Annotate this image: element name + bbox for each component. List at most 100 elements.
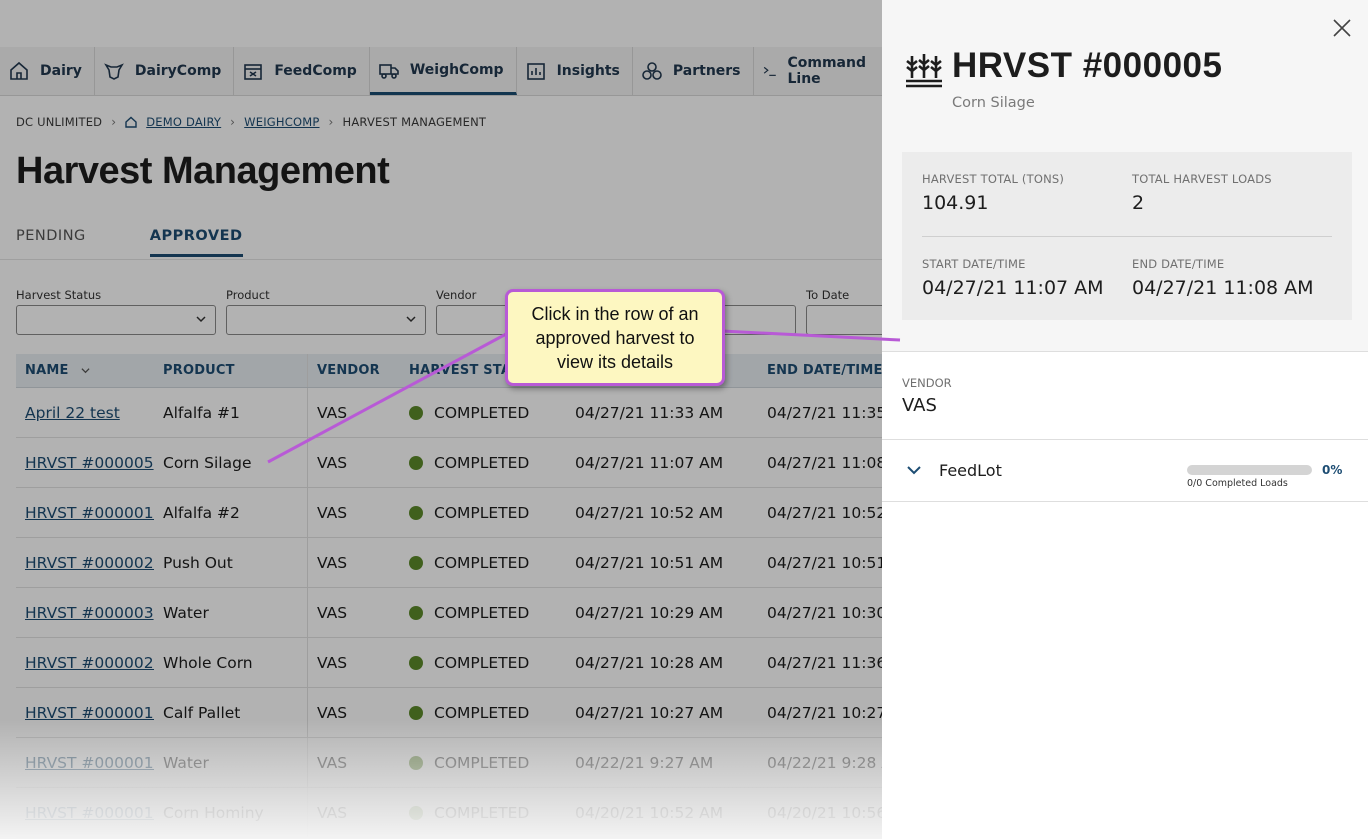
cell-end: 04/22/21 9:28 AM <box>767 753 882 772</box>
harvest-link[interactable]: HRVST #000003 <box>25 604 154 622</box>
section-divider <box>882 501 1368 502</box>
cell-vendor: VAS <box>317 503 348 522</box>
status-dot-icon <box>409 605 423 620</box>
nav-tab-label: WeighComp <box>409 61 504 78</box>
nav-tab-weighcomp[interactable]: WeighComp <box>369 47 517 95</box>
location-row-feedlot[interactable]: FeedLot 0% 0/0 Completed Loads <box>882 441 1368 501</box>
nav-tab-insights[interactable]: Insights <box>517 47 633 95</box>
cell-name: HRVST #0000017 <box>16 738 154 787</box>
completed-loads: 0/0 Completed Loads <box>1187 478 1288 489</box>
cell-vendor: VAS <box>317 553 348 572</box>
status-dot-icon <box>409 655 423 670</box>
harvest-link[interactable]: HRVST #0000019 <box>25 704 154 722</box>
harvest-link[interactable]: HRVST #0000017 <box>25 754 154 772</box>
status-tabs: PENDING APPROVED <box>16 228 243 257</box>
column-header-end[interactable]: END DATE/TIME <box>758 354 882 387</box>
cell-start: 04/20/21 10:52 AM <box>575 803 724 822</box>
table-row[interactable]: HRVST #000003 Water VAS COMPLETED 04/27/21 1… <box>16 588 882 638</box>
cell-product: Water <box>154 738 308 787</box>
harvest-link[interactable]: HRVST #0000022 <box>25 554 154 572</box>
filter-to-date: To Date <box>806 288 882 335</box>
cell-status: COMPLETED <box>400 538 566 587</box>
cell-product: Water <box>154 588 308 637</box>
column-header-name[interactable]: NAME <box>16 354 154 387</box>
nav-tab-dairy[interactable]: Dairy <box>0 47 95 95</box>
top-strip <box>0 0 882 47</box>
cell-status: COMPLETED <box>400 638 566 687</box>
main-app: Dairy DairyComp FeedComp WeighComp Insig… <box>0 0 882 839</box>
cell-status: COMPLETED <box>400 688 566 737</box>
cell-start: 04/27/21 10:52 AM <box>575 503 724 522</box>
cell-end: 04/27/21 10:27 AM <box>767 703 882 722</box>
status-dot-icon <box>409 705 423 720</box>
tab-pending[interactable]: PENDING <box>16 228 86 257</box>
harvest-link[interactable]: HRVST #0000010 <box>25 504 154 522</box>
table-row[interactable]: HRVST #0000015 Corn Hominy VAS COMPLETED 04/… <box>16 788 882 838</box>
breadcrumb-root: DC UNLIMITED <box>16 115 103 129</box>
nav-tab-command-line[interactable]: Command Line <box>754 47 882 95</box>
table-row[interactable]: HRVST #0000017 Water VAS COMPLETED 04/22/21 … <box>16 738 882 788</box>
nav-tab-label: FeedComp <box>274 63 357 79</box>
breadcrumb-weighcomp[interactable]: WEIGHCOMP <box>244 115 319 129</box>
stat-total-loads: TOTAL HARVEST LOADS 2 <box>1132 172 1272 214</box>
tab-approved[interactable]: APPROVED <box>149 228 243 257</box>
stat-start: START DATE/TIME 04/27/21 11:07 AM <box>922 257 1104 299</box>
cell-vendor: VAS <box>317 603 348 622</box>
cell-start: 04/27/21 10:29 AM <box>575 603 724 622</box>
filter-label: Product <box>226 288 270 302</box>
filter-label: To Date <box>806 288 850 302</box>
cell-vendor: VAS <box>317 703 348 722</box>
breadcrumb-current: HARVEST MANAGEMENT <box>342 115 487 129</box>
stat-value: 2 <box>1132 192 1145 214</box>
status-dot-icon <box>409 755 423 770</box>
nav-tab-feedcomp[interactable]: FeedComp <box>234 47 370 95</box>
status-dot-icon <box>409 405 423 420</box>
table-row[interactable]: HRVST #0000019 Calf Pallet VAS COMPLETED 04/… <box>16 688 882 738</box>
cell-status: COMPLETED <box>400 588 566 637</box>
column-header-label: NAME <box>25 363 69 378</box>
status-text: COMPLETED <box>434 503 530 522</box>
cell-vendor: VAS <box>317 753 348 772</box>
cell-start: 04/27/21 10:27 AM <box>575 703 724 722</box>
close-button[interactable] <box>1332 18 1352 38</box>
cell-vendor: VAS <box>317 403 348 422</box>
nav-tab-dairycomp[interactable]: DairyComp <box>95 47 235 95</box>
cell-status: COMPLETED <box>400 438 566 487</box>
table-row[interactable]: HRVST #0000010 Alfalfa #2 VAS COMPLETED 04/2… <box>16 488 882 538</box>
wheat-icon <box>906 54 942 88</box>
status-text: COMPLETED <box>434 803 530 822</box>
detail-header: HRVST #000005 Corn Silage HARVEST TOTAL … <box>882 0 1368 352</box>
harvest-link[interactable]: HRVST #000005 <box>25 454 154 472</box>
harvest-status-select[interactable] <box>16 305 216 335</box>
table-header: NAME PRODUCT VENDOR HARVEST STATUS START… <box>16 354 882 388</box>
cell-name: HRVST #0000019 <box>16 688 154 737</box>
stat-end: END DATE/TIME 04/27/21 11:08 AM <box>1132 257 1314 299</box>
table-row[interactable]: HRVST #000005 Corn Silage VAS COMPLETED 04/2… <box>16 438 882 488</box>
cell-vendor: VAS <box>317 453 348 472</box>
sort-down-icon <box>81 368 90 374</box>
nav-tab-partners[interactable]: Partners <box>633 47 754 95</box>
truck-icon <box>379 63 399 79</box>
harvest-link[interactable]: HRVST #0000020 <box>25 654 154 672</box>
harvest-link[interactable]: April 22 test <box>25 404 120 422</box>
harvest-table: NAME PRODUCT VENDOR HARVEST STATUS START… <box>16 354 882 838</box>
column-header-product[interactable]: PRODUCT <box>154 354 308 387</box>
chevron-down-icon <box>406 316 416 323</box>
table-row[interactable]: HRVST #0000022 Push Out VAS COMPLETED 04/27/… <box>16 538 882 588</box>
cow-icon <box>103 63 124 80</box>
home-icon <box>10 61 28 80</box>
stat-label: TOTAL HARVEST LOADS <box>1132 172 1272 186</box>
harvest-link[interactable]: HRVST #0000015 <box>25 804 154 822</box>
cell-status: COMPLETED <box>400 388 566 437</box>
column-header-vendor[interactable]: VENDOR <box>308 354 400 387</box>
page-title: Harvest Management <box>16 150 390 192</box>
instruction-callout: Click in the row of an approved harvest … <box>505 289 725 386</box>
cell-product: Corn Hominy <box>154 788 308 837</box>
table-row[interactable]: HRVST #0000020 Whole Corn VAS COMPLETED 04/2… <box>16 638 882 688</box>
cell-name: HRVST #0000022 <box>16 538 154 587</box>
to-date-input[interactable] <box>806 305 882 335</box>
product-select[interactable] <box>226 305 426 335</box>
cell-name: HRVST #000005 <box>16 438 154 487</box>
breadcrumb-demo-dairy[interactable]: DEMO DAIRY <box>146 115 221 129</box>
table-row[interactable]: April 22 test Alfalfa #1 VAS COMPLETED 04/27… <box>16 388 882 438</box>
